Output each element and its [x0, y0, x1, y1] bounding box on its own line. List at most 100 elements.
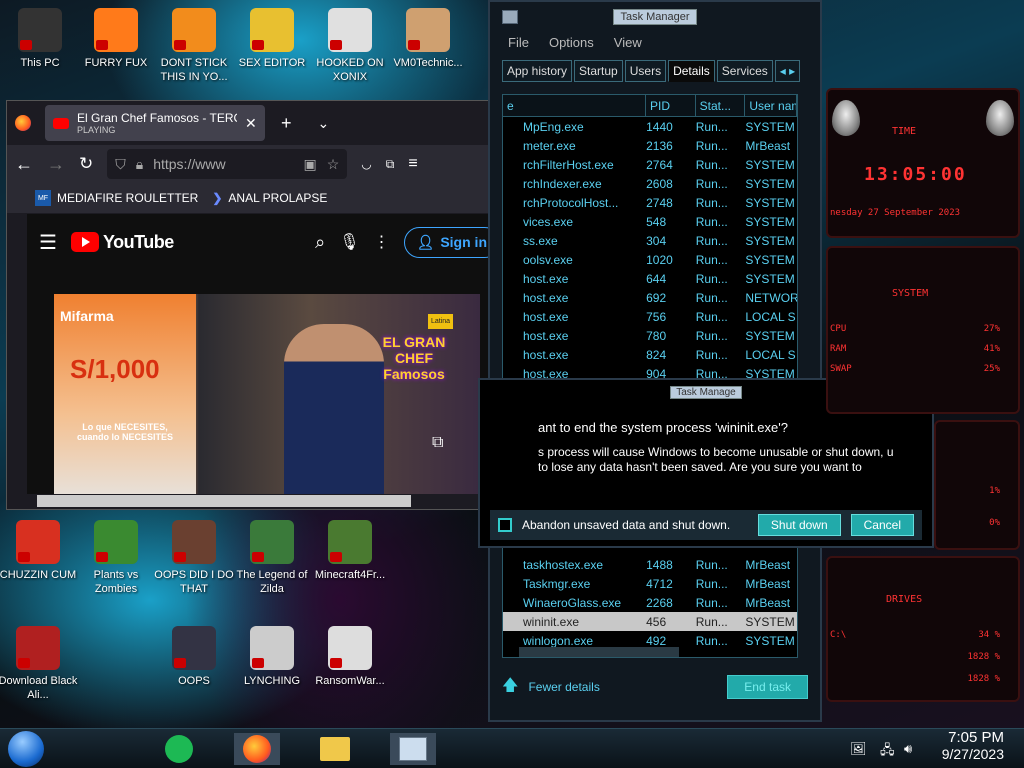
mid-widget: 1% 0%	[934, 420, 1020, 550]
forward-icon[interactable]: →	[47, 154, 65, 175]
start-orb-icon[interactable]	[8, 731, 44, 767]
menu-icon[interactable]: ≡	[408, 155, 417, 173]
dialog-body: ant to end the system process 'wininit.e…	[480, 404, 900, 475]
table-row[interactable]: Taskmgr.exe 4712 Run... MrBeast	[503, 574, 797, 593]
desktop-icon[interactable]: The Legend of Zilda	[232, 520, 312, 596]
ram-value: 41%	[983, 344, 1000, 354]
end-task-button[interactable]: End task	[727, 675, 808, 699]
pip-icon[interactable]: ▣	[303, 156, 316, 173]
col-name[interactable]: e	[503, 95, 646, 116]
desktop-icon[interactable]: VM0Technic...	[388, 8, 468, 70]
desktop-icon[interactable]: RansomWar...	[310, 626, 390, 688]
dialog-question: ant to end the system process 'wininit.e…	[538, 420, 788, 435]
bookmark-2[interactable]: ❯ ANAL PROLAPSE	[212, 191, 327, 205]
more-icon[interactable]: ⋮	[374, 232, 390, 252]
process-name: host.exe	[523, 271, 569, 286]
firefox-tab[interactable]	[7, 105, 39, 141]
tab-details[interactable]: Details	[668, 60, 715, 82]
browser-window[interactable]: El Gran Chef Famosos - TERCER PLAYING ✕ …	[6, 100, 526, 510]
tab-youtube[interactable]: El Gran Chef Famosos - TERCER PLAYING ✕	[45, 105, 265, 141]
task-manager-titlebar[interactable]: Task Manager	[490, 2, 820, 32]
taskbar-spotify-icon[interactable]	[156, 733, 202, 765]
tab-services[interactable]: Services	[716, 60, 773, 82]
table-row[interactable]: host.exe 644 Run... SYSTEM	[503, 269, 797, 288]
tab-app-history[interactable]: App history	[502, 60, 573, 82]
desktop-icon[interactable]: CHUZZIN CUM	[0, 520, 78, 582]
reload-icon[interactable]: ↻	[79, 154, 93, 174]
video-player[interactable]: Mifarma S/1,000 Lo que NECESITES, cuando…	[54, 294, 480, 494]
fewer-details-button[interactable]: 🡅 Fewer details	[502, 674, 600, 701]
network-icon[interactable]: 🖧	[880, 741, 895, 763]
url-bar[interactable]: ⛉ 🔒︎ https://www ▣ ☆	[107, 149, 348, 179]
table-row[interactable]: wininit.exe 456 Run... SYSTEM	[503, 612, 797, 631]
tab-scroll-arrows-icon[interactable]: ◂ ▸	[774, 60, 801, 82]
menu-options[interactable]: Options	[549, 35, 594, 50]
desktop-icon[interactable]: FURRY FUX	[76, 8, 156, 70]
task-manager-window[interactable]: Task Manager File Options View App histo…	[488, 0, 822, 722]
shield-icon[interactable]: ⛉	[115, 156, 126, 173]
table-row[interactable]: WinaeroGlass.exe 2268 Run... MrBeast	[503, 593, 797, 612]
table-row[interactable]: rchFilterHost.exe 2764 Run... SYSTEM	[503, 155, 797, 174]
table-row[interactable]: taskhostex.exe 1488 Run... MrBeast	[503, 555, 797, 574]
tab-list-chevron-icon[interactable]: ⌄	[318, 115, 330, 132]
desktop-icon[interactable]: LYNCHING	[232, 626, 312, 688]
miniplayer-icon[interactable]: ⧉	[432, 434, 443, 452]
pocket-icon[interactable]: ◡	[361, 157, 371, 171]
shut-down-button[interactable]: Shut down	[757, 514, 841, 536]
back-icon[interactable]: ←	[15, 154, 33, 175]
new-tab-icon[interactable]: +	[281, 113, 292, 134]
abandon-checkbox[interactable]	[498, 518, 512, 532]
lock-icon[interactable]: 🔒︎	[136, 156, 143, 173]
extensions-icon[interactable]: ⧉	[386, 157, 395, 172]
bookmark-mediafire[interactable]: MF MEDIAFIRE ROULETTER	[35, 190, 198, 206]
table-row[interactable]: host.exe 692 Run... NETWOR	[503, 288, 797, 307]
col-status[interactable]: Stat...	[696, 95, 746, 116]
volume-icon[interactable]: 🔊︎	[904, 741, 912, 757]
desktop-icon[interactable]: This PC	[0, 8, 80, 70]
taskbar-firefox-icon[interactable]	[234, 733, 280, 765]
tab-users[interactable]: Users	[624, 60, 667, 82]
col-user[interactable]: User nam	[745, 95, 797, 116]
desktop-icon[interactable]: HOOKED ON XONIX	[310, 8, 390, 84]
table-row[interactable]: rchProtocolHost... 2748 Run... SYSTEM	[503, 193, 797, 212]
process-user: SYSTEM	[745, 271, 795, 286]
sign-in-button[interactable]: 👤︎ Sign in	[403, 226, 500, 258]
desktop-icon[interactable]: Download Black Ali...	[0, 626, 78, 702]
star-icon[interactable]: ☆	[327, 156, 340, 173]
desktop-icon[interactable]: OOPS DID I DO THAT	[154, 520, 234, 596]
tab-startup[interactable]: Startup	[574, 60, 623, 82]
close-tab-icon[interactable]: ✕	[245, 115, 257, 132]
table-row[interactable]: vices.exe 548 Run... SYSTEM	[503, 212, 797, 231]
process-status: Run...	[695, 119, 728, 134]
cancel-button[interactable]: Cancel	[850, 514, 914, 536]
table-row[interactable]: MpEng.exe 1440 Run... SYSTEM	[503, 117, 797, 136]
taskbar-taskmgr-icon[interactable]	[390, 733, 436, 765]
desktop-icon[interactable]: OOPS	[154, 626, 234, 688]
hamburger-icon[interactable]: ☰	[39, 230, 57, 255]
clock[interactable]: 7:05 PM 9/27/2023	[942, 729, 1004, 762]
task-manager-icon	[502, 10, 518, 24]
table-row[interactable]: host.exe 824 Run... LOCAL S	[503, 345, 797, 364]
desktop-icon[interactable]: Plants vs Zombies	[76, 520, 156, 596]
table-row[interactable]: ss.exe 304 Run... SYSTEM	[503, 231, 797, 250]
microphone-icon[interactable]: 🎙︎	[339, 232, 359, 252]
scrollbar-horizontal[interactable]	[519, 647, 679, 657]
desktop-icon[interactable]: DONT STICK THIS IN YO...	[154, 8, 234, 84]
tray-icon[interactable]: 🖼︎	[850, 741, 867, 757]
desktop-icon[interactable]: SEX EDITOR	[232, 8, 312, 70]
taskbar-explorer-icon[interactable]	[312, 733, 358, 765]
table-row[interactable]: oolsv.exe 1020 Run... SYSTEM	[503, 250, 797, 269]
scrollbar-horizontal[interactable]	[37, 495, 411, 507]
menu-file[interactable]: File	[508, 35, 529, 50]
table-row[interactable]: host.exe 780 Run... SYSTEM	[503, 326, 797, 345]
process-status: Run...	[695, 195, 728, 210]
table-row[interactable]: host.exe 756 Run... LOCAL S	[503, 307, 797, 326]
desktop-icon[interactable]: Minecraft4Fr...	[310, 520, 390, 582]
search-icon[interactable]: ⌕	[315, 232, 325, 253]
table-row[interactable]: rchIndexer.exe 2608 Run... SYSTEM	[503, 174, 797, 193]
youtube-logo[interactable]: YouTube	[70, 232, 174, 253]
menu-view[interactable]: View	[614, 35, 642, 50]
col-pid[interactable]: PID	[646, 95, 696, 116]
table-row[interactable]: meter.exe 2136 Run... MrBeast	[503, 136, 797, 155]
process-user: SYSTEM	[745, 233, 795, 248]
